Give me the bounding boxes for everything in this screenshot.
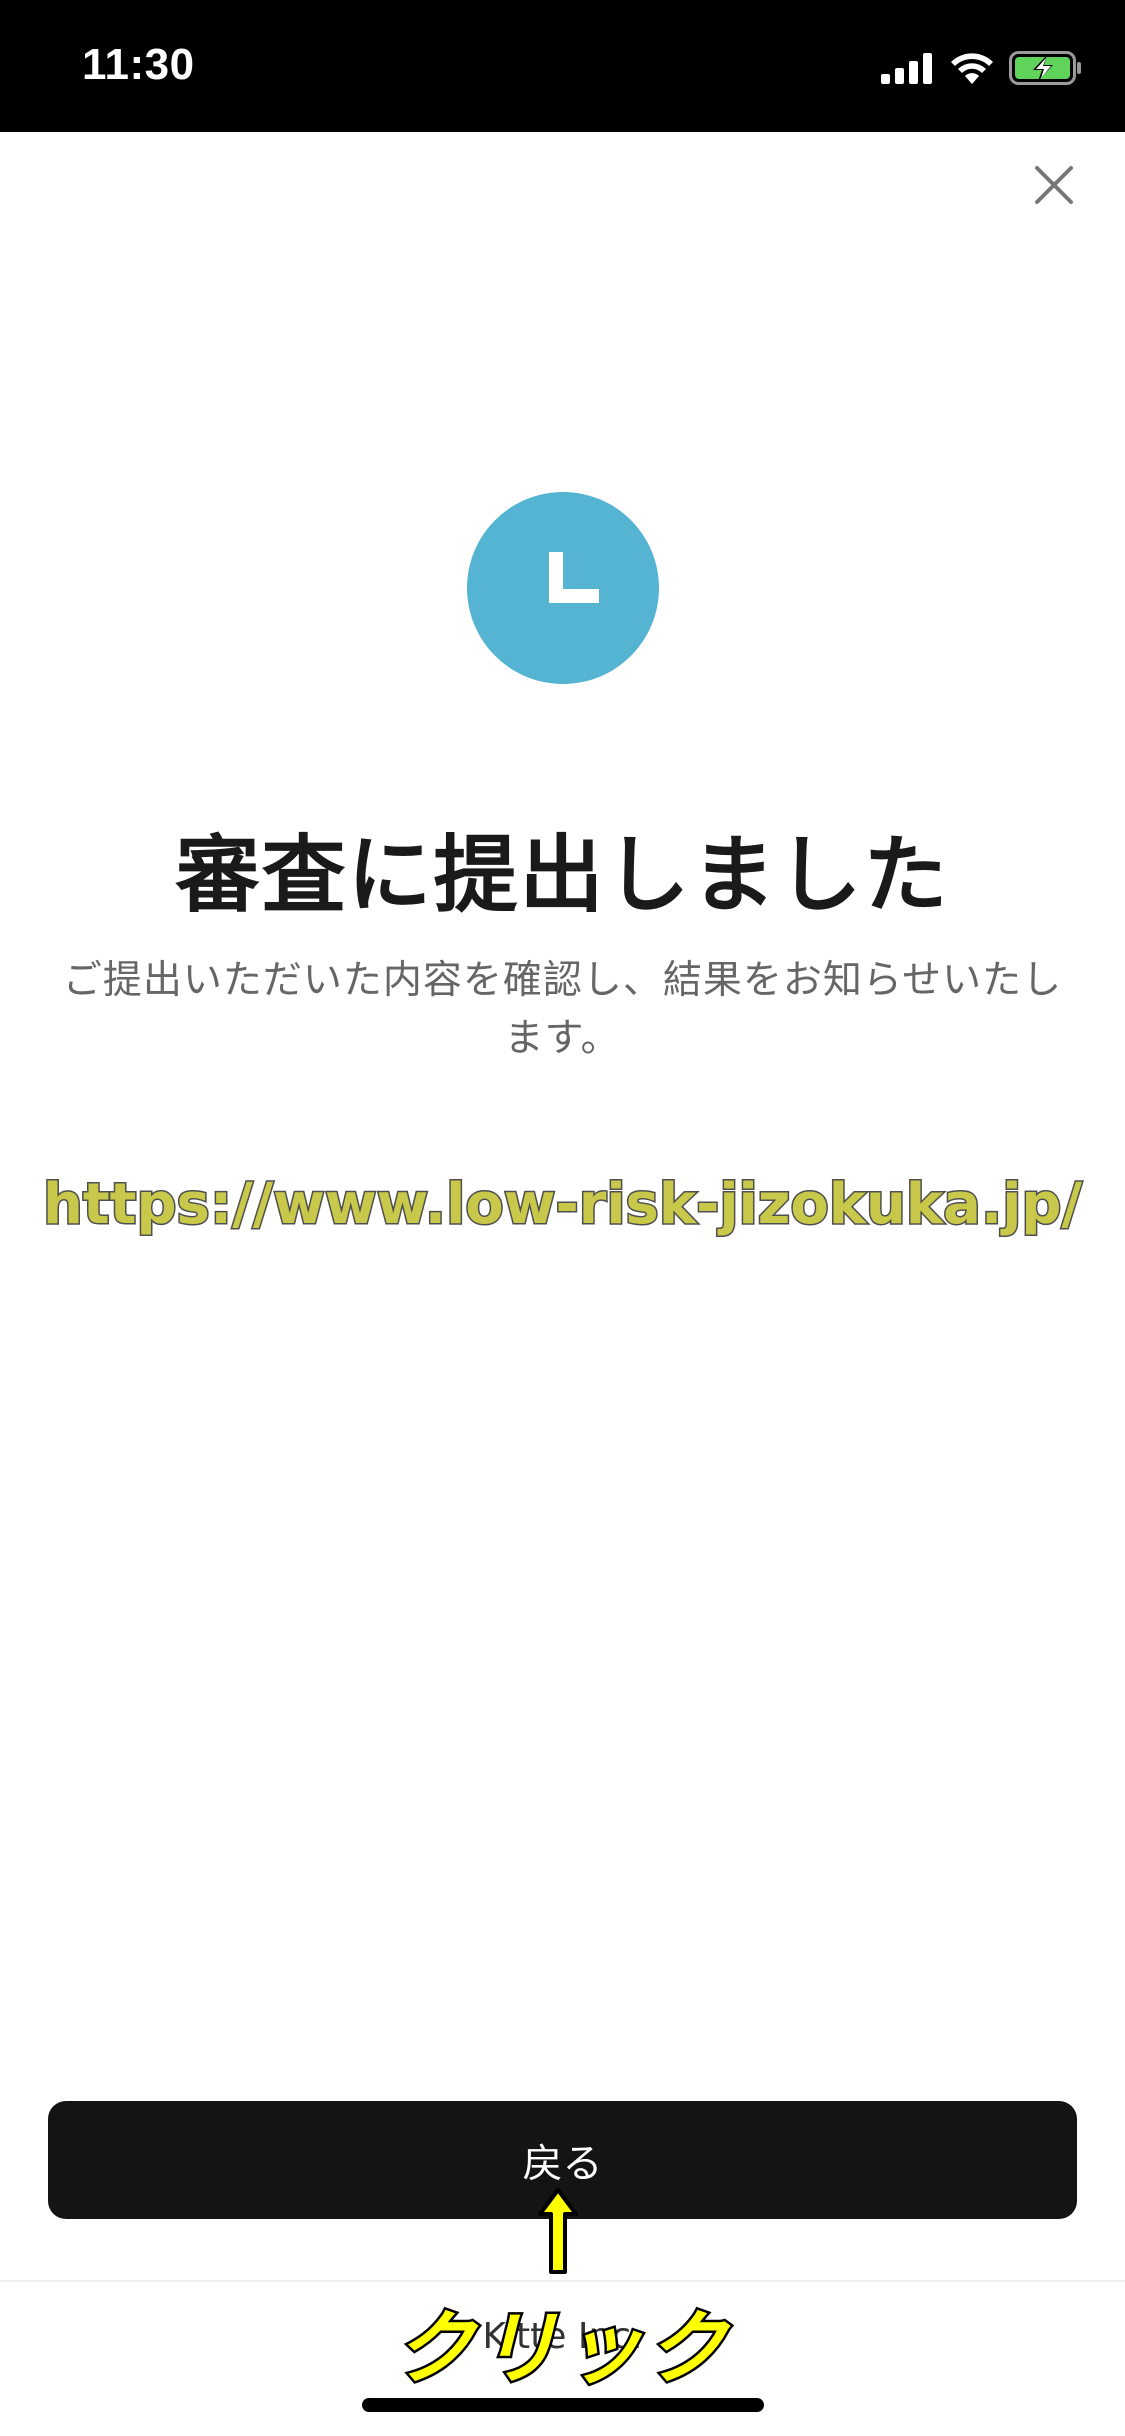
status-bar: 11:30	[0, 0, 1125, 132]
wifi-icon	[949, 51, 995, 85]
cellular-signal-icon	[881, 52, 935, 84]
up-arrow-icon	[538, 2188, 578, 2274]
description-text: ご提出いただいた内容を確認し、結果をお知らせいたします。	[62, 958, 1063, 1061]
status-icons	[881, 46, 1083, 90]
page-title: 審査に提出しました	[175, 826, 950, 924]
screen: 11:30 審査に提出しました ご提出いただいた内容を確認し、結果をお知らせいた…	[0, 0, 1125, 2436]
annotation-click-label: クリック	[392, 2300, 731, 2398]
close-button[interactable]	[1031, 162, 1077, 208]
close-icon	[1035, 166, 1073, 204]
battery-charging-icon	[1009, 51, 1083, 85]
watermark-url: https://www.low-risk-jizokuka.jp/	[42, 1171, 1084, 1239]
pending-status-circle	[467, 492, 659, 684]
home-indicator	[362, 2398, 764, 2412]
clock-icon	[549, 552, 599, 603]
status-time: 11:30	[82, 40, 195, 89]
